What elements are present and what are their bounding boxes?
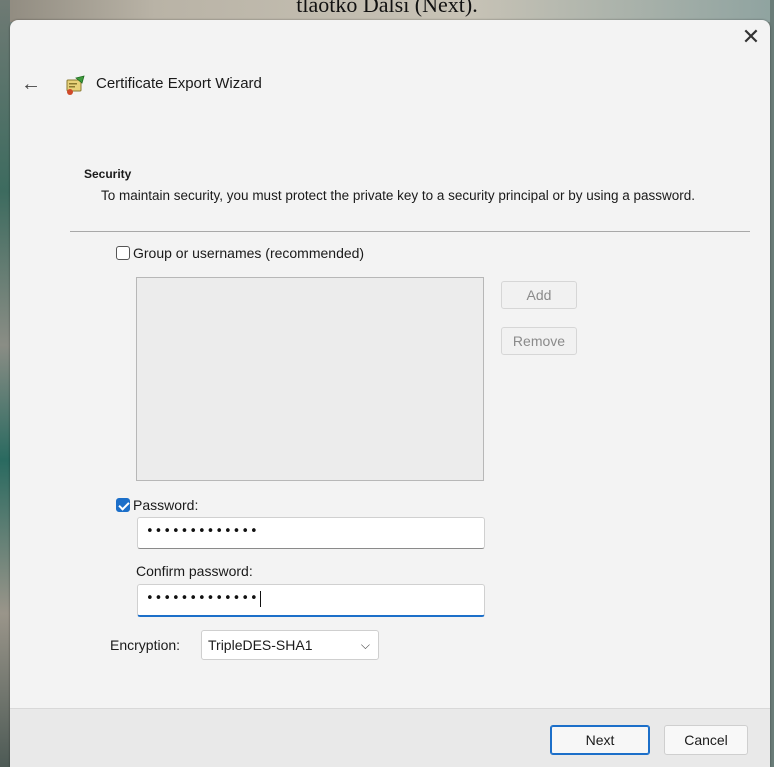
certificate-wizard-icon [66, 75, 85, 95]
header-divider [70, 231, 750, 232]
group-usernames-option[interactable]: Group or usernames (recommended) [116, 245, 364, 261]
text-caret [259, 590, 261, 607]
password-label: Password: [133, 497, 199, 513]
chevron-down-icon: ⌵ [360, 638, 370, 652]
security-description: To maintain security, you must protect t… [101, 188, 696, 203]
encryption-select[interactable]: TripleDES-SHA1 ⌵ [201, 630, 379, 660]
background-wallpaper-left [0, 0, 10, 767]
add-button[interactable]: Add [501, 281, 577, 309]
back-arrow-icon: ← [21, 73, 41, 95]
background-wallpaper-right [770, 0, 774, 767]
group-usernames-label: Group or usernames (recommended) [133, 245, 365, 261]
next-button[interactable]: Next [550, 725, 650, 755]
confirm-password-input[interactable]: ••••••••••••• [137, 584, 485, 617]
close-button[interactable]: ✕ [734, 22, 768, 52]
background-caption: tlaotko Dalsi (Next). [296, 0, 478, 17]
password-option[interactable]: Password: [116, 497, 198, 513]
password-value: ••••••••••••• [146, 524, 259, 539]
wizard-footer: Next Cancel [10, 708, 770, 767]
wizard-title: Certificate Export Wizard [96, 75, 262, 92]
password-input[interactable]: ••••••••••••• [137, 517, 485, 549]
users-list-box[interactable] [136, 277, 484, 481]
remove-button[interactable]: Remove [501, 327, 577, 355]
group-usernames-checkbox[interactable] [116, 246, 130, 260]
encryption-selected-value: TripleDES-SHA1 [208, 637, 313, 653]
close-icon: ✕ [741, 24, 761, 49]
encryption-label: Encryption: [110, 637, 181, 653]
password-checkbox[interactable] [116, 498, 130, 512]
confirm-password-label: Confirm password: [136, 563, 253, 579]
certificate-export-wizard-dialog: ✕ ← Certificate Export Wizard Security T… [10, 20, 770, 767]
cancel-button[interactable]: Cancel [664, 725, 748, 755]
security-heading: Security [84, 167, 132, 181]
back-button[interactable]: ← [20, 72, 42, 96]
confirm-password-value: ••••••••••••• [146, 591, 259, 606]
